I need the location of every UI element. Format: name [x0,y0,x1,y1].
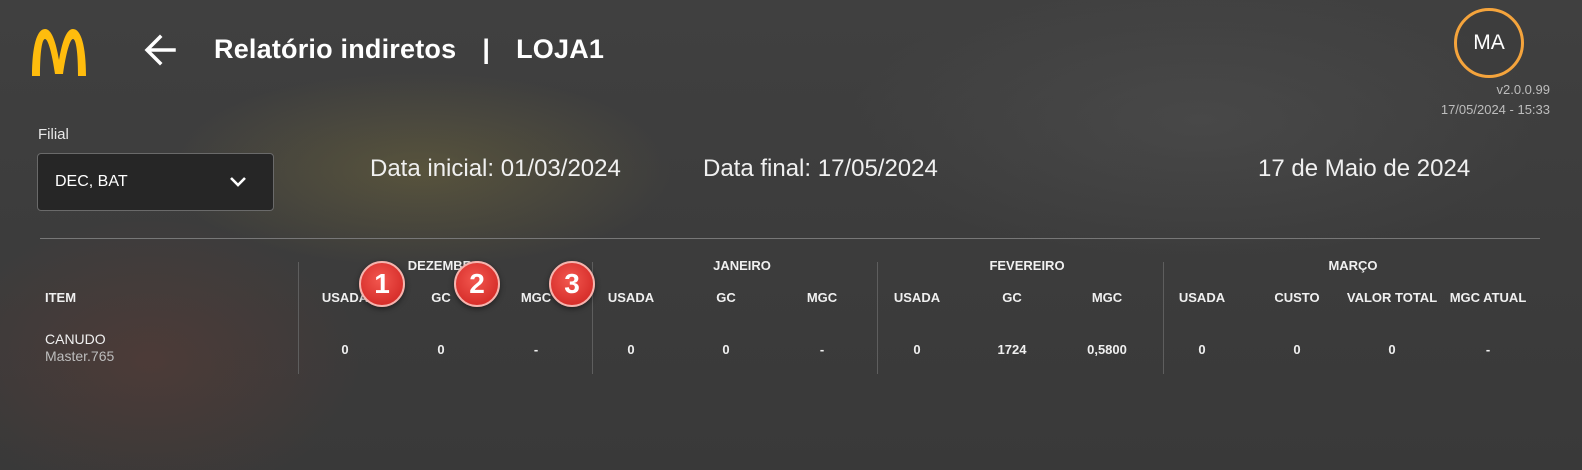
filial-select[interactable]: DEC, BAT [37,153,274,211]
column-divider [877,262,878,374]
arrow-left-icon[interactable] [142,32,178,68]
title-separator: | [482,34,491,64]
report-title: Relatório indiretos [214,34,457,64]
table-cell: 0 [627,342,635,357]
col-header: USADA [893,290,941,305]
filial-label: Filial [38,126,69,143]
page-title: Relatório indiretos | LOJA1 [214,34,604,65]
app-version: v2.0.0.99 [1496,82,1551,97]
month-header-janeiro: JANEIRO [713,258,771,273]
column-divider [298,262,299,374]
col-header: VALOR TOTAL [1346,290,1438,305]
table-cell: 0,5800 [1087,342,1127,357]
col-header: MGC [806,290,838,305]
app-screen: Relatório indiretos | LOJA1 MA v2.0.0.99… [0,0,1582,470]
col-header: USADA [607,290,655,305]
step-badge-3[interactable]: 3 [549,261,595,307]
col-header: CUSTO [1274,290,1320,305]
table-cell: 0 [437,342,445,357]
item-name: CANUDO [45,331,106,347]
table-cell: 0 [1388,342,1396,357]
item-header: ITEM [45,290,77,305]
table-cell: 0 [341,342,349,357]
today-date: 17 de Maio de 2024 [1258,155,1471,182]
step-badge-1[interactable]: 1 [359,261,405,307]
chevron-down-icon [230,177,246,187]
step-badge-2[interactable]: 2 [454,261,500,307]
table-cell: 0 [913,342,921,357]
table-cell: 1724 [997,342,1027,357]
current-datetime: 17/05/2024 - 15:33 [1440,102,1550,117]
table-cell: - [533,342,539,357]
col-header: USADA [1178,290,1226,305]
final-date: Data final: 17/05/2024 [703,155,938,182]
month-header-marco: MARÇO [1328,258,1378,273]
col-header: GC [1002,290,1022,305]
table-cell: - [819,342,825,357]
col-header: MGC ATUAL [1449,290,1527,305]
section-divider [40,238,1540,239]
column-divider [1163,262,1164,374]
month-header-dezembro: DEZEMBRO [407,258,483,273]
item-code: Master.765 [45,348,115,364]
table-cell: 0 [1293,342,1301,357]
table-cell: - [1485,342,1491,357]
avatar[interactable]: MA [1454,8,1524,78]
table-cell: 0 [722,342,730,357]
mcdonalds-arches-icon [32,29,86,76]
table-cell: 0 [1198,342,1206,357]
store-name: LOJA1 [516,34,605,64]
col-header: MGC [1091,290,1123,305]
filial-value: DEC, BAT [55,173,128,190]
initial-date: Data inicial: 01/03/2024 [370,155,621,182]
month-header-fevereiro: FEVEREIRO [989,258,1065,273]
col-header: GC [716,290,736,305]
